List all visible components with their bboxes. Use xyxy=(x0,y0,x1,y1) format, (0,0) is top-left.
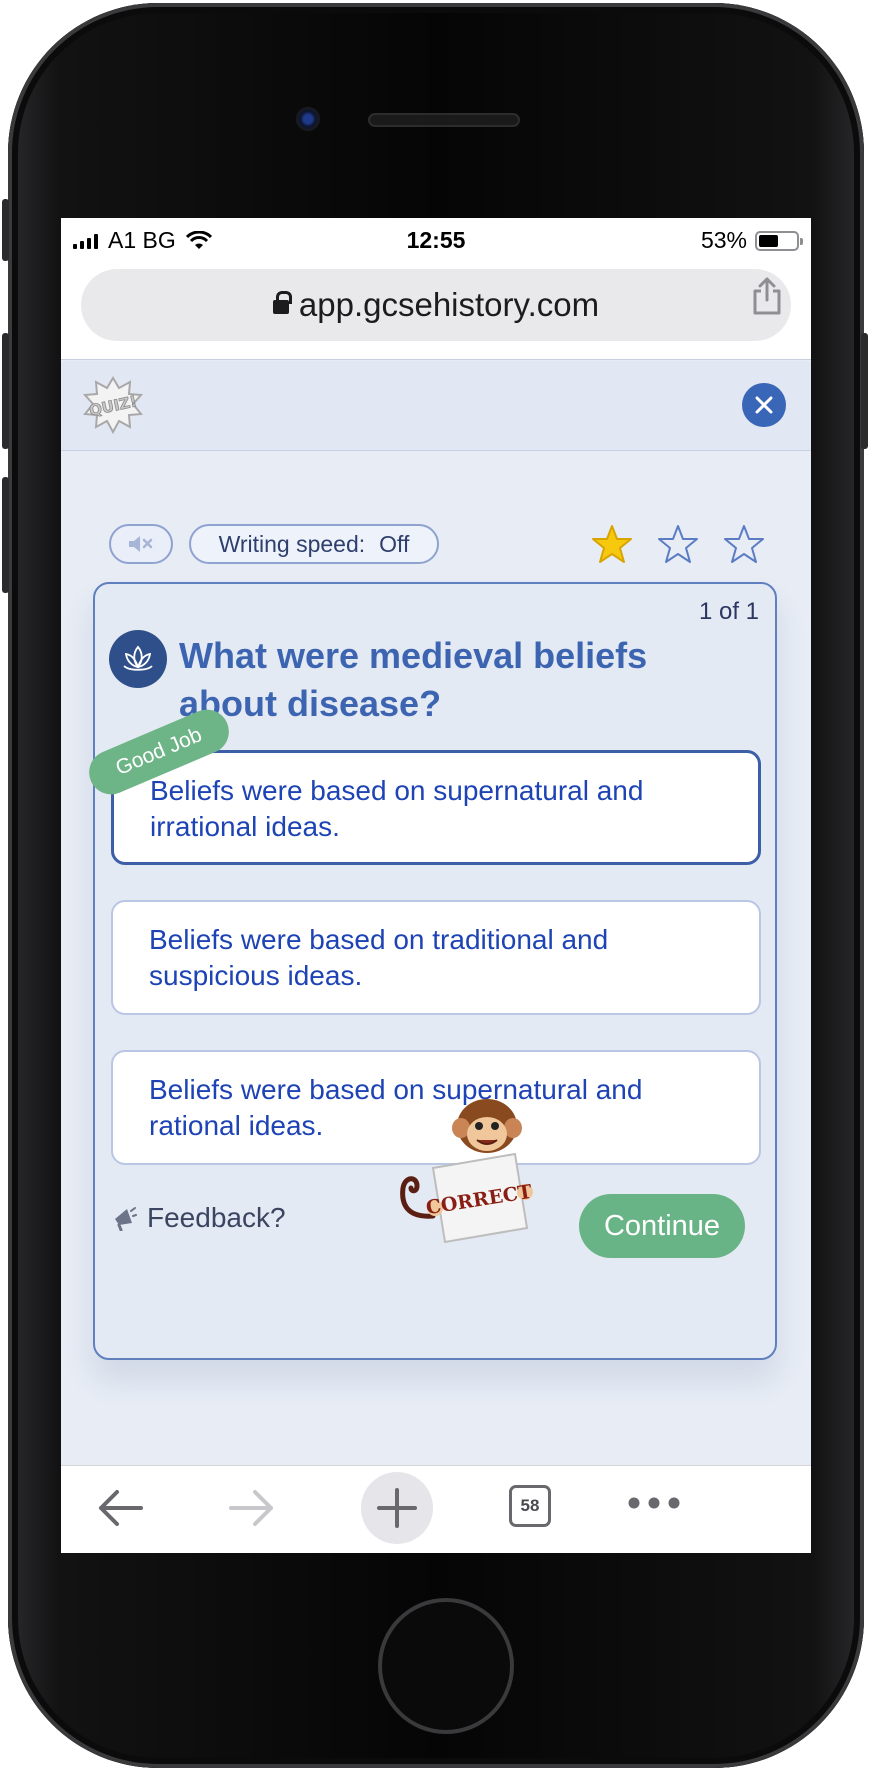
question-card: 1 of 1 What were medieval beliefs about … xyxy=(82,582,777,1360)
megaphone-icon xyxy=(115,1207,137,1231)
status-time: 12:55 xyxy=(406,227,466,253)
screen: A1 BG 12:55 53% app.gcsehistory.com QUIZ… xyxy=(61,218,811,1553)
star-empty-icon xyxy=(658,525,698,563)
forward-button[interactable] xyxy=(227,1488,277,1528)
answer-option-2[interactable]: Beliefs were based on traditional and su… xyxy=(111,900,761,1015)
speaker-muted-icon xyxy=(129,536,153,552)
lotus-icon xyxy=(123,645,153,671)
feedback-label: Feedback? xyxy=(147,1202,286,1233)
answer-option-text: Beliefs were based on supernatural and i… xyxy=(150,775,644,842)
back-button[interactable] xyxy=(95,1488,145,1528)
writing-speed-button[interactable]: Writing speed: Off xyxy=(189,524,439,564)
earpiece-speaker xyxy=(368,113,520,127)
question-counter: 1 of 1 xyxy=(698,598,759,625)
front-camera xyxy=(296,107,320,131)
feedback-link[interactable]: Feedback? xyxy=(111,1202,286,1234)
writing-speed-value: Off xyxy=(379,530,410,557)
browser-address-area: app.gcsehistory.com xyxy=(61,260,811,360)
close-icon xyxy=(755,396,773,414)
silent-switch xyxy=(2,199,9,261)
status-bar: A1 BG 12:55 53% xyxy=(61,218,811,260)
tabs-count: 58 xyxy=(509,1485,551,1527)
lock-icon xyxy=(272,291,292,317)
battery-percent: 53% xyxy=(700,227,747,253)
arrow-left-icon xyxy=(99,1490,143,1526)
mute-toggle-button[interactable] xyxy=(109,524,173,564)
writing-speed-label: Writing speed: xyxy=(218,530,366,557)
volume-down-button xyxy=(2,477,9,593)
power-button xyxy=(861,333,868,449)
more-menu-button[interactable] xyxy=(627,1496,681,1510)
question-text: What were medieval beliefs about disease… xyxy=(179,635,648,724)
arrow-right-icon xyxy=(229,1490,273,1526)
home-button[interactable] xyxy=(378,1598,514,1734)
close-button[interactable] xyxy=(742,383,786,427)
star-rating xyxy=(591,524,765,564)
url-text: app.gcsehistory.com xyxy=(298,286,600,323)
answer-option-1[interactable]: Beliefs were based on supernatural and i… xyxy=(111,750,761,865)
tabs-button[interactable]: 58 xyxy=(509,1485,551,1527)
continue-button[interactable]: Continue xyxy=(579,1194,745,1258)
quiz-header: QUIZ! xyxy=(61,361,811,451)
star-empty-icon xyxy=(724,525,764,563)
plus-icon xyxy=(377,1488,417,1528)
new-tab-button[interactable] xyxy=(361,1472,433,1544)
star-filled-icon xyxy=(592,525,632,563)
volume-up-button xyxy=(2,333,9,449)
address-bar[interactable]: app.gcsehistory.com xyxy=(81,269,791,341)
quiz-logo-icon: QUIZ! xyxy=(83,376,143,434)
browser-toolbar: 58 xyxy=(61,1465,811,1553)
answer-option-text: Beliefs were based on traditional and su… xyxy=(149,924,609,991)
topic-badge xyxy=(109,630,167,688)
battery-icon xyxy=(755,230,803,251)
monkey-mascot-icon: CORRECT xyxy=(400,1099,534,1244)
more-dots-icon xyxy=(628,1497,680,1509)
share-icon[interactable] xyxy=(751,276,783,316)
